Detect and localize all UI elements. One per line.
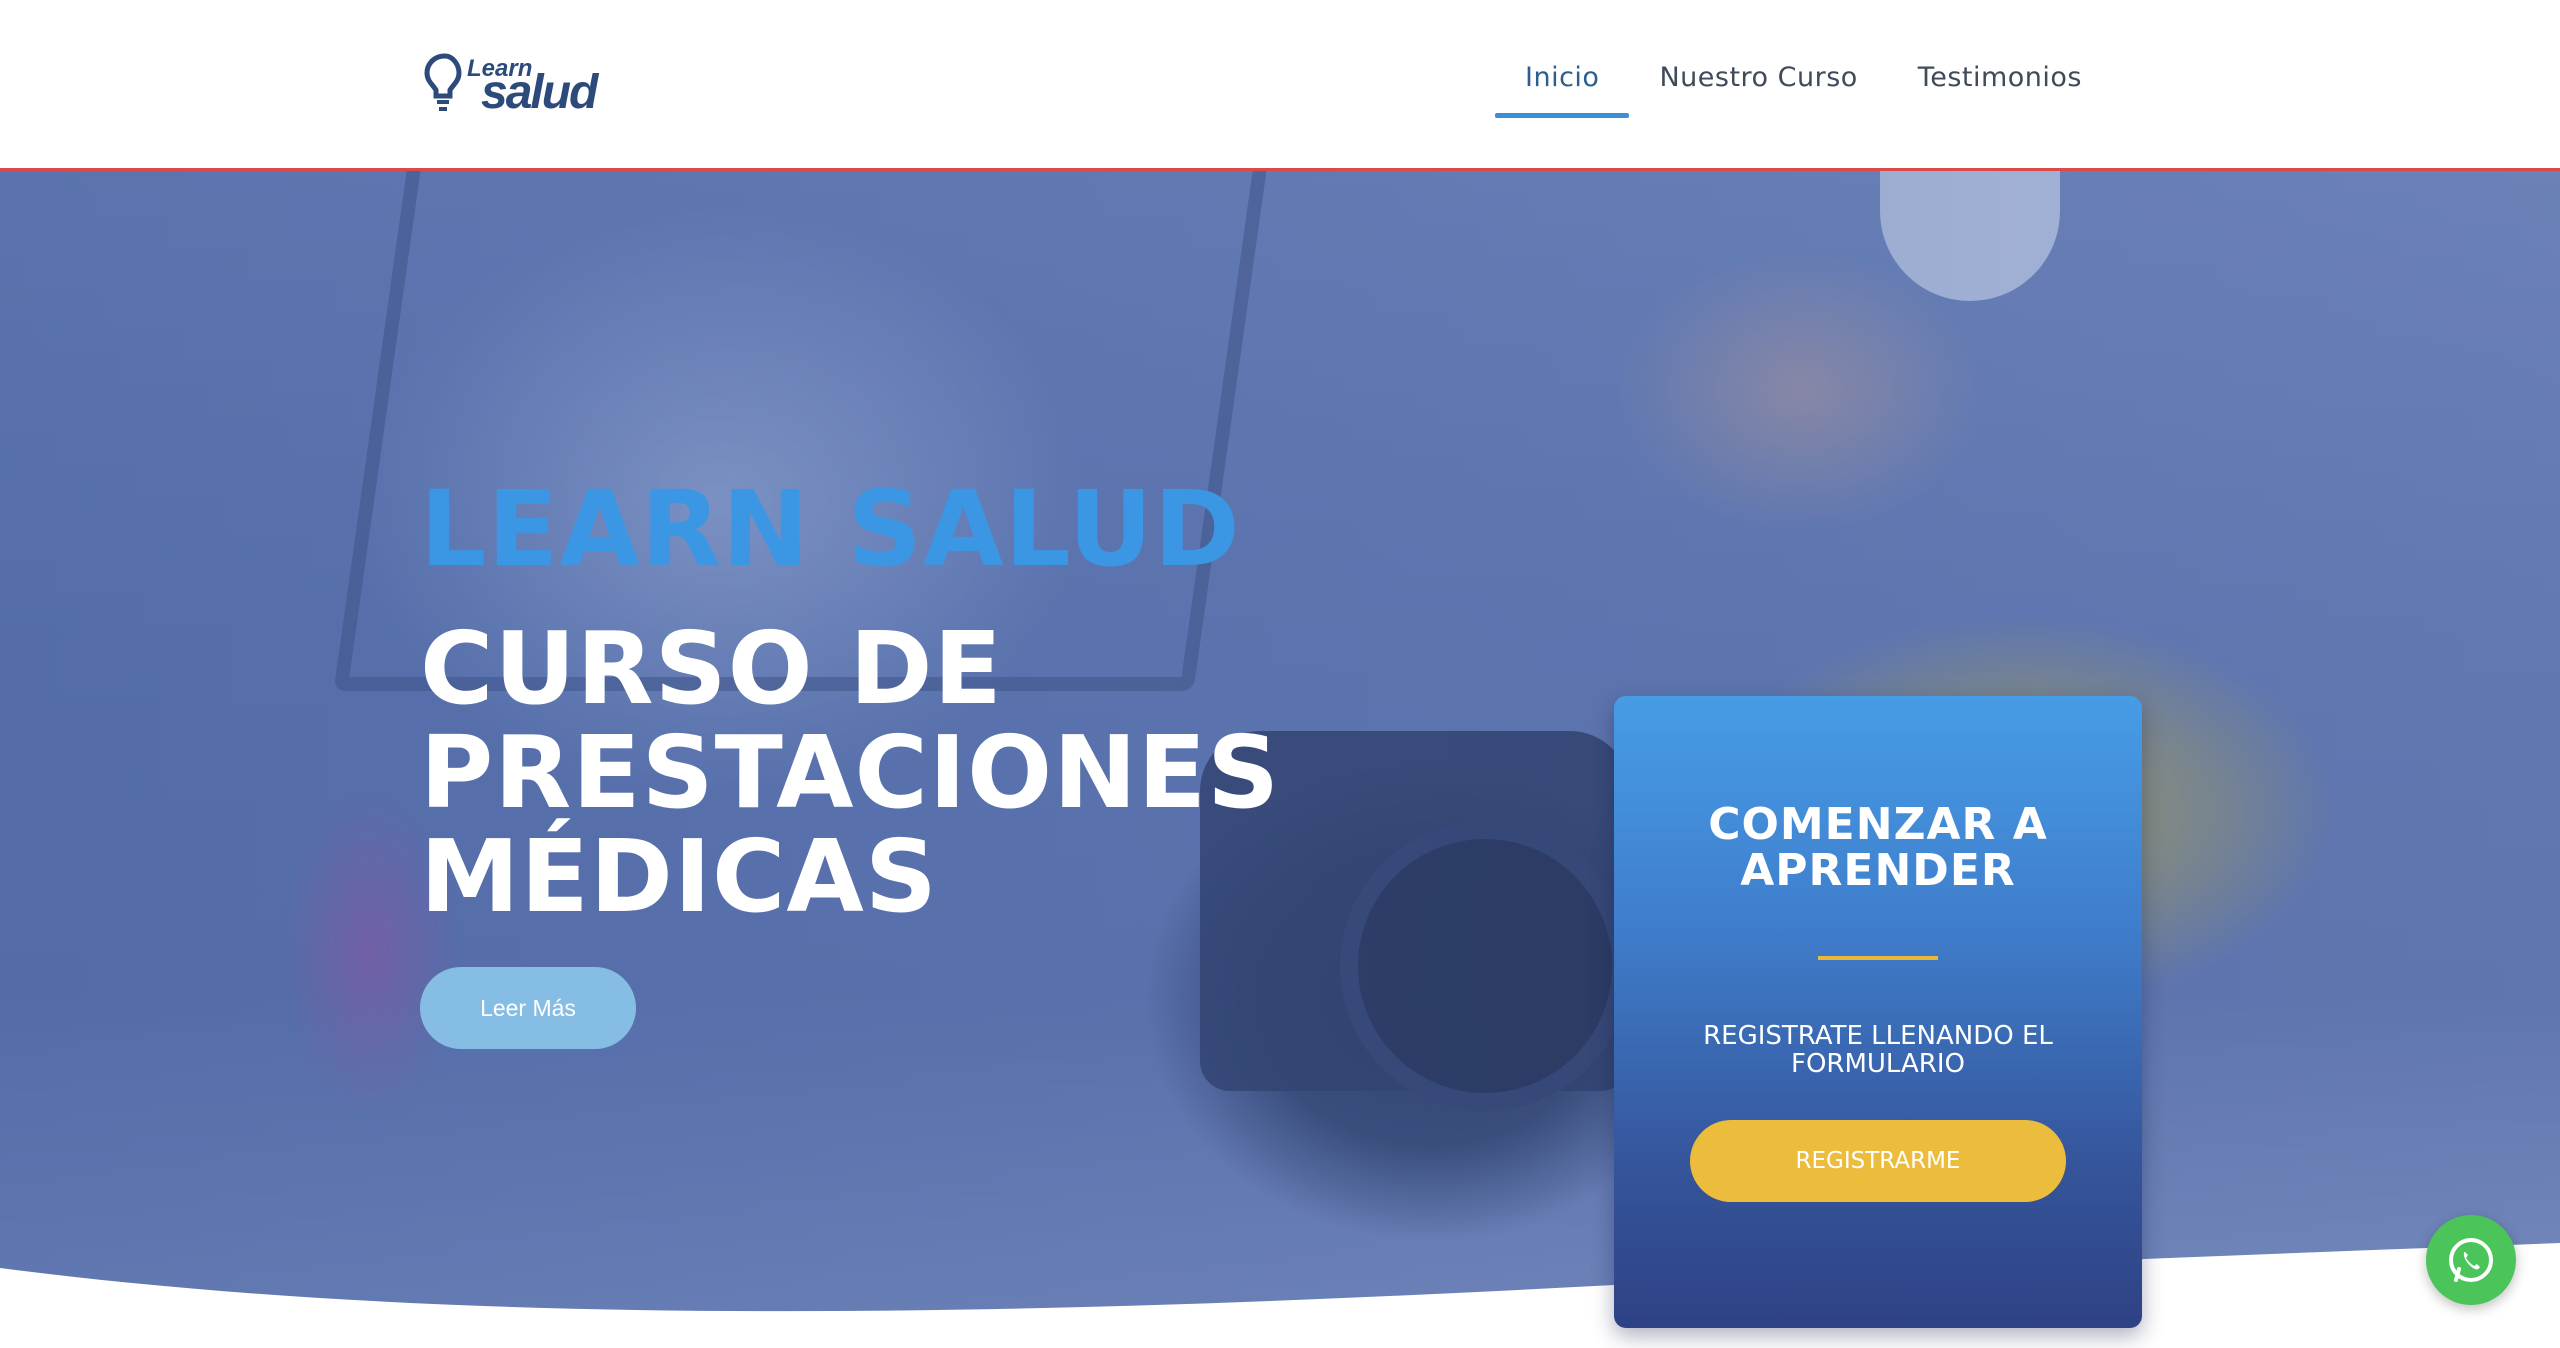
hero-course-title: CURSO DE PRESTACIONES MÉDICAS — [420, 610, 1281, 935]
learn-salud-logo[interactable]: Learn salud — [423, 48, 613, 119]
signup-card: COMENZAR A APRENDER REGISTRATE LLENANDO … — [1614, 696, 2142, 1328]
read-more-button[interactable]: Leer Más — [420, 967, 636, 1049]
whatsapp-icon — [2449, 1238, 2493, 1282]
card-divider — [1818, 956, 1938, 960]
card-title: COMENZAR A APRENDER — [1708, 799, 2048, 896]
site-header: Learn salud Inicio Nuestro Curso Testimo… — [0, 0, 2560, 171]
lightbulb-icon: Learn salud — [424, 53, 602, 119]
nav-item-inicio[interactable]: Inicio — [1495, 62, 1630, 118]
hero-wave-divider — [0, 1218, 2560, 1348]
main-nav: Inicio Nuestro Curso Testimonios — [1495, 62, 2112, 118]
card-text: REGISTRATE LLENANDO EL FORMULARIO — [1703, 1021, 2053, 1079]
nav-item-testimonios[interactable]: Testimonios — [1888, 62, 2112, 118]
logo-text-bottom: salud — [481, 66, 600, 118]
nav-item-nuestro-curso[interactable]: Nuestro Curso — [1629, 62, 1887, 118]
whatsapp-button[interactable] — [2426, 1215, 2516, 1305]
hero-section: LEARN SALUD CURSO DE PRESTACIONES MÉDICA… — [0, 171, 2560, 1348]
hero-text-block: LEARN SALUD CURSO DE PRESTACIONES MÉDICA… — [420, 471, 1320, 1049]
hero-brand-title: LEARN SALUD — [420, 468, 1241, 590]
register-button[interactable]: REGISTRARME — [1690, 1120, 2066, 1202]
